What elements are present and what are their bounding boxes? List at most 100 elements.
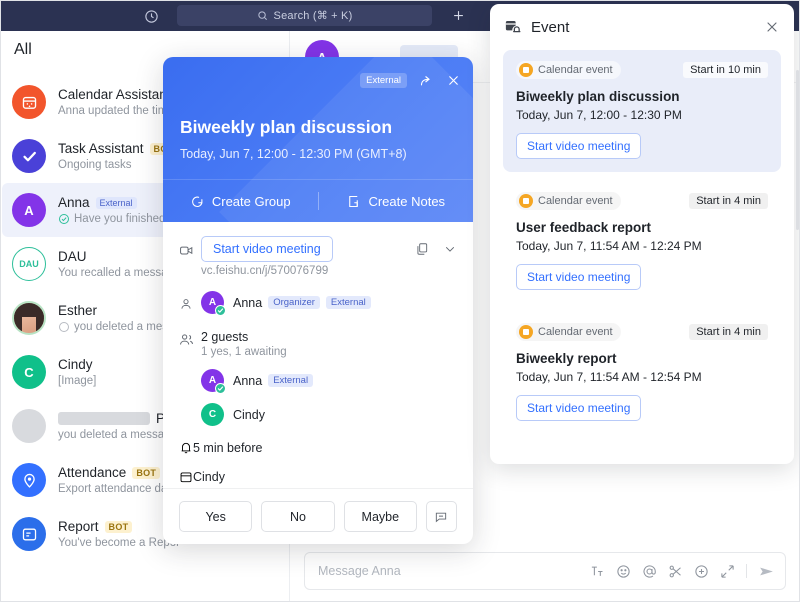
history-icon[interactable] xyxy=(141,6,161,26)
app-window: Search (⌘ + K) All Calendar AssistantEXT… xyxy=(0,0,800,602)
circle-icon xyxy=(58,321,70,333)
verified-icon xyxy=(215,383,226,394)
event-card-top: Calendar event Start in 10 min xyxy=(516,61,768,79)
start-video-meeting-button[interactable]: Start video meeting xyxy=(516,133,642,159)
event-card[interactable]: Calendar event Start in 10 min Biweekly pl… xyxy=(503,50,781,172)
divider xyxy=(317,192,319,210)
event-source-label: Calendar event xyxy=(538,326,613,338)
create-group-button[interactable]: Create Group xyxy=(163,194,318,209)
meeting-link[interactable]: vc.feishu.cn/j/570076799 xyxy=(201,265,457,277)
event-datetime: Today, Jun 7, 12:00 - 12:30 PM (GMT+8) xyxy=(180,147,407,161)
tag-external: External xyxy=(95,196,137,209)
comment-icon[interactable] xyxy=(425,501,457,532)
verified-icon xyxy=(215,305,226,316)
conversation-name: Task Assistant xyxy=(58,141,144,156)
event-start-badge: Start in 4 min xyxy=(689,324,768,340)
notes-icon xyxy=(346,194,361,209)
scissors-icon[interactable] xyxy=(668,564,683,579)
preview-text: [Image] xyxy=(58,375,97,387)
tag-bot: BOT xyxy=(104,520,133,533)
calendar-event-icon xyxy=(519,194,533,208)
guest-item: A Anna External xyxy=(201,369,457,394)
conversation-name: Calendar Assistant xyxy=(58,87,171,102)
avatar: A xyxy=(12,193,46,227)
start-video-meeting-button[interactable]: Start video meeting xyxy=(516,264,642,290)
event-list: Calendar event Start in 10 min Biweekly pl… xyxy=(490,50,794,434)
event-source-label: Calendar event xyxy=(538,195,613,207)
format-text-icon[interactable] xyxy=(590,564,605,579)
guest-item: C Cindy xyxy=(201,403,457,426)
event-source-chip: Calendar event xyxy=(516,61,621,79)
calendar-event-icon xyxy=(519,63,533,77)
scrollbar[interactable] xyxy=(796,70,799,230)
mention-icon[interactable] xyxy=(642,564,657,579)
avatar xyxy=(12,463,46,497)
send-icon[interactable] xyxy=(758,563,775,580)
event-card[interactable]: Calendar event Start in 4 min Biweekly rep… xyxy=(503,312,781,434)
search-input[interactable]: Search (⌘ + K) xyxy=(177,5,432,26)
guests-row: 2 guests 1 yes, 1 awaiting xyxy=(179,330,457,358)
video-meeting-row: Start video meeting xyxy=(179,236,457,262)
video-row-actions xyxy=(415,242,457,256)
event-card-header-actions: External xyxy=(360,73,461,88)
share-icon[interactable] xyxy=(419,73,434,88)
event-start-badge: Start in 4 min xyxy=(689,193,768,209)
organizer-name: Anna xyxy=(233,295,263,310)
event-panel-header: Event xyxy=(490,4,794,50)
avatar xyxy=(12,85,46,119)
organizer-tag-external: External xyxy=(325,296,371,309)
event-title: User feedback report xyxy=(516,220,652,235)
event-source-chip: Calendar event xyxy=(516,323,621,341)
external-badge: External xyxy=(360,73,407,88)
close-icon[interactable] xyxy=(764,19,780,35)
event-card[interactable]: Calendar event Start in 4 min User feedbac… xyxy=(503,181,781,303)
conversation-name: Attendance xyxy=(58,465,127,480)
chevron-down-icon[interactable] xyxy=(443,242,457,256)
conversation-name: Cindy xyxy=(58,357,93,372)
calendar-event-icon xyxy=(519,325,533,339)
rsvp-bar: Yes No Maybe xyxy=(163,488,473,544)
create-notes-button[interactable]: Create Notes xyxy=(319,194,474,209)
search-placeholder: Search (⌘ + K) xyxy=(273,10,353,22)
guest-avatar: C xyxy=(201,403,224,426)
calendar-bell-icon xyxy=(504,18,522,36)
check-circle-icon xyxy=(58,213,70,225)
guests-status: 1 yes, 1 awaiting xyxy=(201,346,287,358)
reminder-row: 5 min before xyxy=(179,441,457,455)
event-card-top: Calendar event Start in 4 min xyxy=(516,323,768,341)
preview-text: you deleted a message xyxy=(58,429,177,441)
emoji-icon[interactable] xyxy=(616,564,631,579)
preview-text: Ongoing tasks xyxy=(58,159,132,171)
event-detail-card: External Biweekly plan discussion Today,… xyxy=(163,57,473,544)
event-card-top: Calendar event Start in 4 min xyxy=(516,192,768,210)
preview-text: You've become a Repor xyxy=(58,537,180,549)
close-icon[interactable] xyxy=(446,73,461,88)
person-icon xyxy=(179,295,201,311)
rsvp-maybe-button[interactable]: Maybe xyxy=(343,501,417,532)
guest-name: Cindy xyxy=(233,407,265,422)
plus-circle-icon[interactable] xyxy=(694,564,709,579)
message-composer[interactable]: Message Anna xyxy=(304,552,786,590)
start-video-meeting-button[interactable]: Start video meeting xyxy=(516,395,642,421)
avatar: C xyxy=(12,355,46,389)
copy-icon[interactable] xyxy=(415,242,429,256)
event-card-actions: Create Group Create Notes xyxy=(163,179,473,222)
rsvp-no-button[interactable]: No xyxy=(261,501,335,532)
divider xyxy=(746,564,747,578)
guest-name: Anna xyxy=(233,373,263,388)
new-chat-button[interactable] xyxy=(447,4,469,26)
avatar xyxy=(12,301,46,335)
organizer-avatar: A xyxy=(201,291,226,316)
calendar-icon xyxy=(179,470,193,484)
conversation-name: Report xyxy=(58,519,99,534)
expand-icon[interactable] xyxy=(720,564,735,579)
rsvp-yes-button[interactable]: Yes xyxy=(179,501,253,532)
conversation-name: DAU xyxy=(58,249,87,264)
redacted-name xyxy=(58,412,150,425)
conversation-name: Anna xyxy=(58,195,90,210)
event-source-chip: Calendar event xyxy=(516,192,621,210)
event-start-badge: Start in 10 min xyxy=(683,62,768,78)
event-source-label: Calendar event xyxy=(538,64,613,76)
reminder-text: 5 min before xyxy=(193,441,263,455)
start-video-meeting-button[interactable]: Start video meeting xyxy=(201,236,333,262)
